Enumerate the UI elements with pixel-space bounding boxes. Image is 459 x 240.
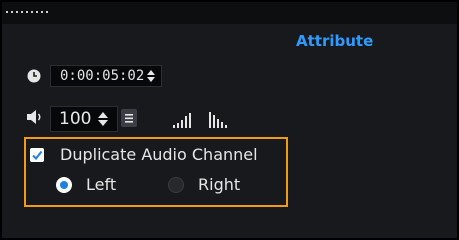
tab-attribute[interactable]: Attribute	[296, 32, 373, 50]
channel-left-radio[interactable]	[56, 177, 72, 193]
duration-timecode-value: 0:00:05:02	[60, 68, 145, 84]
duplicate-audio-label[interactable]: Duplicate Audio Channel	[60, 145, 258, 164]
drag-grip-icon[interactable]	[6, 11, 48, 13]
fade-in-icon[interactable]	[172, 113, 192, 128]
volume-spinner-icon[interactable]	[98, 111, 108, 127]
speaker-icon[interactable]	[26, 109, 44, 125]
timecode-spinner-icon[interactable]	[147, 69, 155, 83]
channel-left-label[interactable]: Left	[86, 175, 116, 194]
duration-timecode-input[interactable]: 0:00:05:02	[50, 65, 162, 87]
clock-icon	[27, 69, 41, 83]
panel-title-bar[interactable]	[2, 2, 457, 24]
volume-menu-icon[interactable]	[121, 109, 137, 127]
channel-right-radio[interactable]	[168, 177, 184, 193]
channel-right-label[interactable]: Right	[198, 175, 240, 194]
fade-out-icon[interactable]	[208, 112, 229, 128]
duplicate-audio-checkbox[interactable]	[30, 148, 44, 162]
volume-value: 100	[59, 109, 92, 129]
